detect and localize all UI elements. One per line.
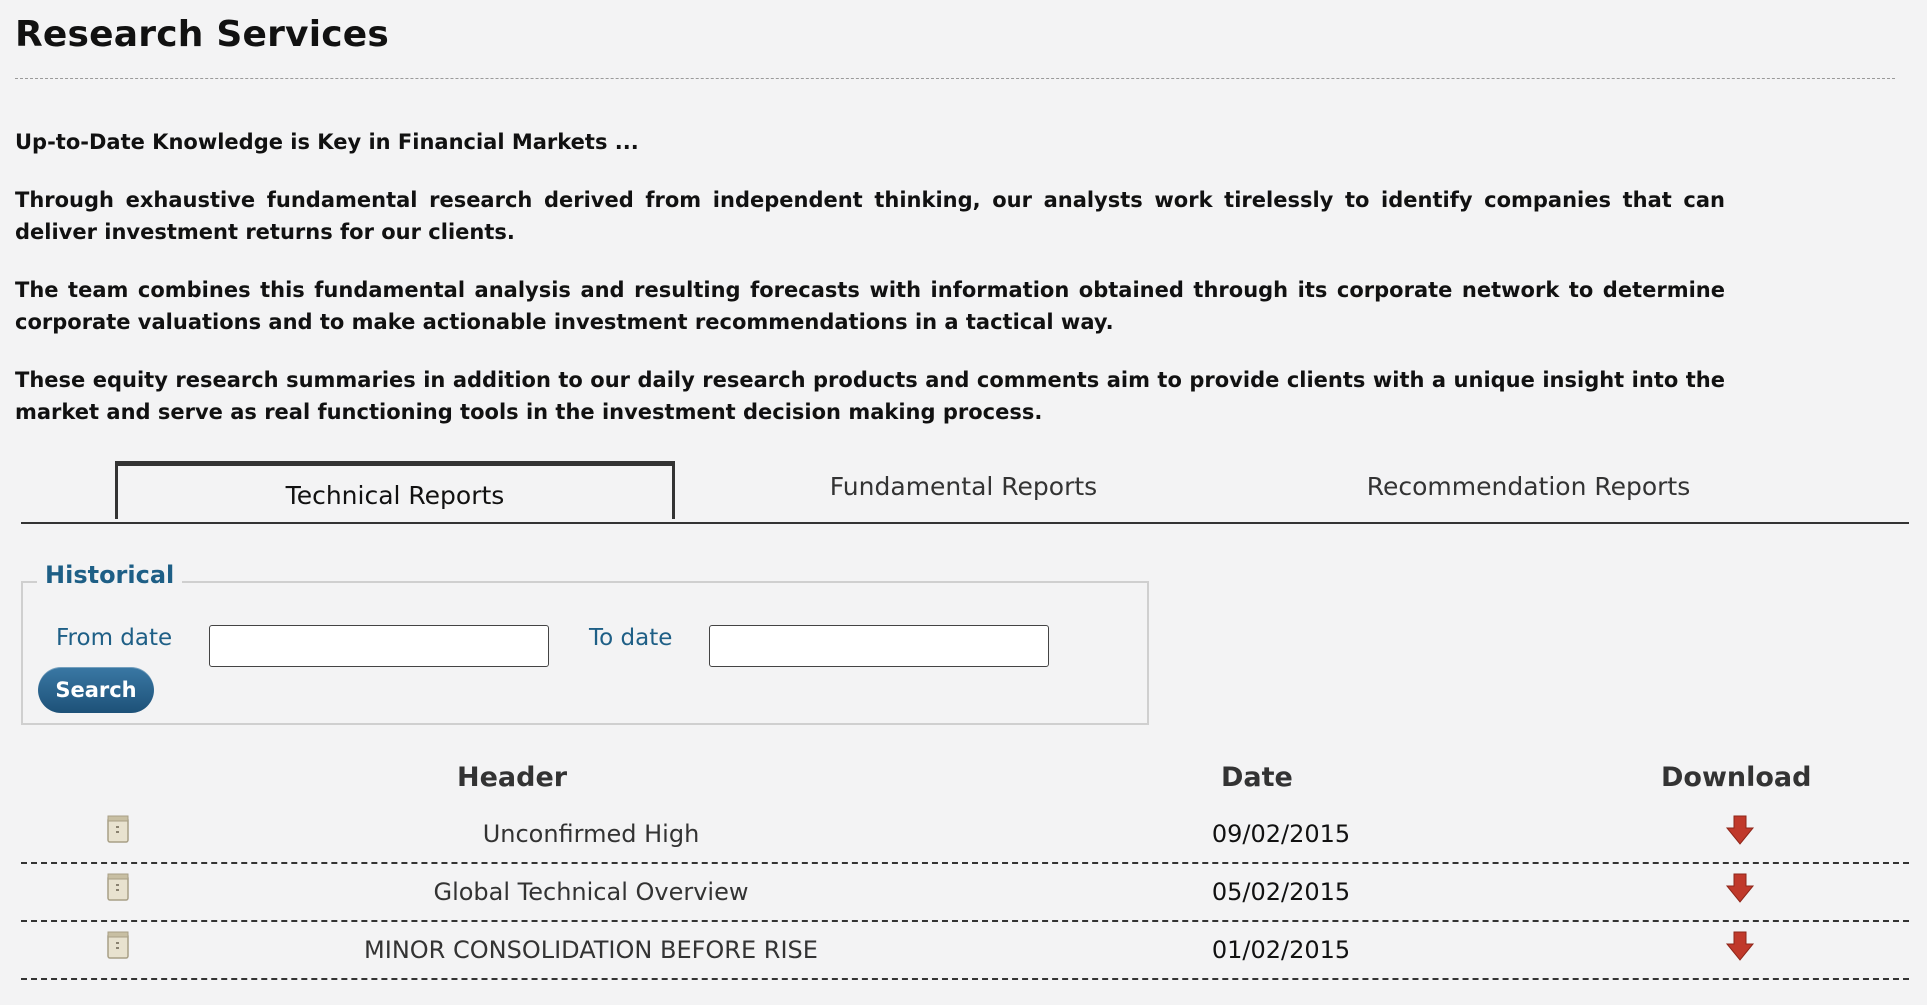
table-header-row: Header Date Download [21, 762, 1909, 806]
page-title: Research Services [15, 14, 390, 55]
from-date-input[interactable] [209, 625, 549, 667]
row-date: 01/02/2015 [1211, 936, 1351, 964]
row-header[interactable]: MINOR CONSOLIDATION BEFORE RISE [171, 936, 1011, 964]
reports-table: Header Date Download Unconfirmed High 09… [21, 762, 1909, 980]
search-button[interactable]: Search [38, 667, 154, 713]
intro-lead: Up-to-Date Knowledge is Key in Financial… [15, 130, 639, 154]
document-icon [107, 873, 129, 901]
to-date-input[interactable] [709, 625, 1049, 667]
document-icon [107, 931, 129, 959]
report-tabs: Technical Reports Fundamental Reports Re… [21, 461, 1909, 524]
download-arrow-icon[interactable] [1724, 814, 1756, 846]
from-date-label: From date [56, 625, 173, 651]
historical-legend: Historical [37, 561, 183, 589]
download-arrow-icon[interactable] [1724, 872, 1756, 904]
intro-paragraph-3: These equity research summaries in addit… [15, 368, 1725, 424]
table-row: Unconfirmed High 09/02/2015 [21, 806, 1909, 864]
historical-filter: Historical From date To date Search [21, 561, 1149, 725]
intro-paragraph-2: The team combines this fundamental analy… [15, 278, 1725, 334]
to-date-label: To date [589, 625, 673, 651]
column-header-download: Download [1661, 762, 1812, 793]
tab-technical-reports[interactable]: Technical Reports [115, 461, 675, 519]
row-date: 09/02/2015 [1211, 820, 1351, 848]
intro-text: Up-to-Date Knowledge is Key in Financial… [15, 126, 1725, 454]
intro-paragraph-1: Through exhaustive fundamental research … [15, 188, 1725, 244]
document-icon [107, 815, 129, 843]
row-date: 05/02/2015 [1211, 878, 1351, 906]
download-arrow-icon[interactable] [1724, 930, 1756, 962]
tab-fundamental-reports[interactable]: Fundamental Reports [681, 456, 1246, 516]
column-header-date: Date [1221, 762, 1293, 793]
tab-recommendation-reports[interactable]: Recommendation Reports [1246, 456, 1811, 516]
title-divider [15, 78, 1895, 79]
table-row: Global Technical Overview 05/02/2015 [21, 864, 1909, 922]
row-header[interactable]: Unconfirmed High [171, 820, 1011, 848]
row-header[interactable]: Global Technical Overview [171, 878, 1011, 906]
table-row: MINOR CONSOLIDATION BEFORE RISE 01/02/20… [21, 922, 1909, 980]
column-header-header: Header [457, 762, 568, 793]
